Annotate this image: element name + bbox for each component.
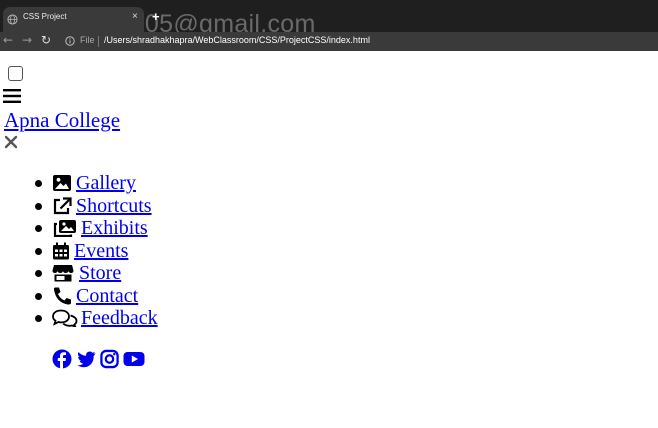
url-divider	[98, 36, 99, 47]
info-icon[interactable]	[65, 36, 75, 46]
list-bullet	[35, 225, 42, 232]
browser-tab-strip: rishabh260405@gmail.com CSS Project × +	[0, 0, 658, 38]
store-icon	[52, 265, 74, 282]
images-icon	[53, 220, 76, 237]
list-bullet	[35, 248, 42, 255]
browser-tab[interactable]: CSS Project ×	[3, 7, 144, 32]
youtube-icon[interactable]	[123, 349, 145, 369]
page-content: Apna College Gallery Shortcuts Exhibits …	[0, 51, 658, 428]
tab-close-icon[interactable]: ×	[132, 11, 138, 22]
address-bar-url[interactable]: /Users/shradhakhapra/WebClassroom/CSS/Pr…	[104, 35, 370, 45]
globe-icon	[7, 14, 18, 25]
list-bullet	[35, 315, 42, 322]
twitter-icon[interactable]	[76, 349, 96, 369]
nav-link-contact[interactable]: Contact	[76, 285, 138, 307]
back-arrow-icon[interactable]: ←	[3, 33, 13, 47]
facebook-icon[interactable]	[52, 349, 72, 369]
external-link-icon	[53, 197, 72, 215]
browser-toolbar: ← → ↻ File /Users/shradhakhapra/WebClass…	[0, 32, 658, 51]
new-tab-button[interactable]: +	[152, 9, 160, 24]
nav-link-store[interactable]: Store	[79, 262, 121, 284]
menu-toggle-checkbox[interactable]	[8, 66, 23, 81]
calendar-icon	[53, 242, 69, 260]
tab-title: CSS Project	[23, 12, 67, 21]
close-icon[interactable]	[4, 135, 18, 149]
file-scheme-label: File	[80, 35, 95, 45]
list-bullet	[35, 180, 42, 187]
list-bullet	[35, 270, 42, 277]
brand-link[interactable]: Apna College	[4, 108, 120, 133]
phone-icon	[53, 287, 71, 305]
nav-link-gallery[interactable]: Gallery	[76, 172, 136, 194]
list-bullet	[35, 203, 42, 210]
comments-icon	[52, 309, 78, 327]
reload-icon[interactable]: ↻	[41, 33, 51, 47]
instagram-icon[interactable]	[100, 349, 119, 369]
nav-link-events[interactable]: Events	[74, 240, 128, 262]
nav-link-shortcuts[interactable]: Shortcuts	[76, 195, 152, 217]
nav-link-exhibits[interactable]: Exhibits	[81, 217, 148, 239]
hamburger-menu-icon[interactable]	[3, 88, 21, 104]
nav-link-feedback[interactable]: Feedback	[81, 307, 158, 329]
forward-arrow-icon[interactable]: →	[22, 33, 32, 47]
list-bullet	[35, 293, 42, 300]
image-icon	[53, 175, 71, 191]
